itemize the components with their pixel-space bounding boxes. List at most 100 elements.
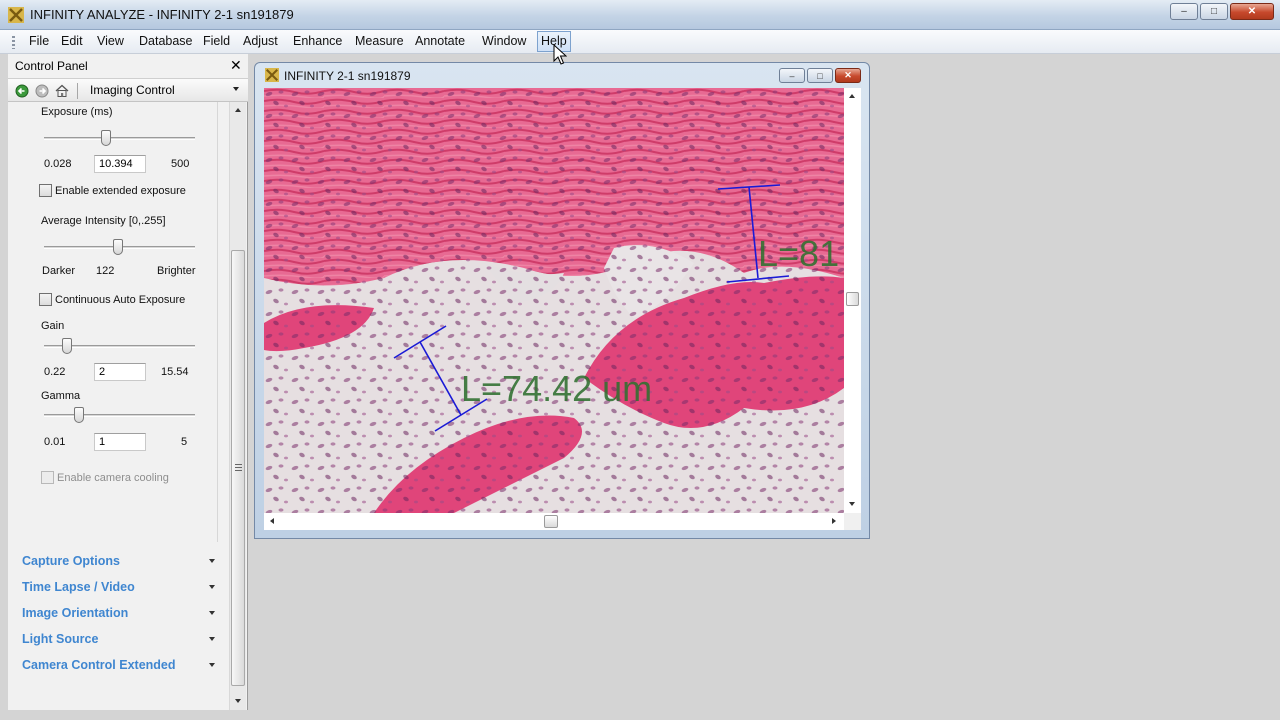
chevron-down-icon[interactable] (233, 87, 239, 91)
image-maximize-button[interactable]: □ (807, 68, 833, 83)
measurement-label: L=81 (758, 233, 839, 274)
chevron-down-icon[interactable] (209, 559, 215, 563)
scroll-left-icon[interactable] (270, 518, 274, 524)
minimize-button[interactable]: – (1170, 3, 1198, 20)
gamma-label: Gamma (41, 390, 81, 402)
section-camera-control-extended[interactable]: Camera Control Extended (22, 656, 222, 676)
chevron-down-icon[interactable] (209, 663, 215, 667)
scroll-corner (844, 513, 861, 530)
image-close-button[interactable]: ✕ (835, 68, 861, 83)
grip-line-icon (235, 470, 242, 471)
image-window: INFINITY 2-1 sn191879 – □ ✕ L=74.42 um L… (254, 62, 870, 539)
section-label: Camera Control Extended (22, 658, 176, 672)
extended-exposure-checkbox[interactable] (39, 184, 52, 197)
histology-image[interactable]: L=74.42 um L=81 (264, 88, 844, 513)
scroll-up-icon[interactable] (849, 94, 855, 98)
chevron-down-icon[interactable] (209, 611, 215, 615)
maximize-button[interactable]: □ (1200, 3, 1228, 20)
gamma-input[interactable]: 1 (94, 433, 146, 451)
menu-database[interactable]: Database (137, 34, 195, 48)
exposure-slider-track[interactable] (44, 137, 195, 140)
menu-annotate[interactable]: Annotate (413, 34, 467, 48)
control-panel-scrollbar[interactable] (229, 102, 246, 710)
image-minimize-button[interactable]: – (779, 68, 805, 83)
section-light-source[interactable]: Light Source (22, 630, 222, 650)
menubar: File Edit View Database Field Adjust Enh… (0, 30, 1280, 54)
home-icon[interactable] (55, 84, 69, 98)
menu-field[interactable]: Field (201, 34, 232, 48)
gamma-slider-thumb[interactable] (74, 407, 84, 423)
gain-min: 0.22 (44, 366, 66, 378)
auto-exposure-label: Continuous Auto Exposure (55, 294, 186, 306)
section-label: Light Source (22, 632, 99, 646)
avg-intensity-value: 122 (96, 265, 115, 277)
menu-view[interactable]: View (95, 34, 126, 48)
image-horizontal-scrollbar[interactable] (264, 513, 844, 530)
gain-input[interactable]: 2 (94, 363, 146, 381)
extended-exposure-label: Enable extended exposure (55, 185, 186, 197)
avg-intensity-label: Average Intensity [0,.255] (41, 215, 166, 227)
camera-cooling-checkbox (41, 471, 54, 484)
app-title: INFINITY ANALYZE - INFINITY 2-1 sn191879 (30, 7, 294, 22)
microscope-image-viewport[interactable]: L=74.42 um L=81 (264, 88, 844, 513)
window-controls: – □ ✕ (1170, 3, 1274, 20)
exposure-max: 500 (171, 158, 190, 170)
control-panel-toolbar: Imaging Control (8, 78, 248, 102)
section-selector[interactable]: Imaging Control (90, 83, 175, 97)
brighter-label: Brighter (157, 265, 196, 277)
scroll-down-icon[interactable] (235, 699, 241, 703)
gain-slider-thumb[interactable] (62, 338, 72, 354)
darker-label: Darker (42, 265, 76, 277)
section-label: Time Lapse / Video (22, 580, 135, 594)
menu-enhance[interactable]: Enhance (291, 34, 344, 48)
chevron-down-icon[interactable] (209, 637, 215, 641)
menu-adjust[interactable]: Adjust (241, 34, 280, 48)
gain-label: Gain (41, 320, 65, 332)
image-window-title: INFINITY 2-1 sn191879 (284, 69, 411, 83)
scroll-right-icon[interactable] (832, 518, 836, 524)
control-panel-title: Control Panel (15, 59, 88, 73)
forward-icon[interactable] (35, 84, 49, 98)
image-hscroll-thumb[interactable] (544, 515, 558, 528)
menubar-grip[interactable] (12, 36, 15, 49)
app-logo-icon (265, 68, 279, 82)
exposure-label: Exposure (ms) (41, 106, 113, 118)
toolbar-separator (77, 83, 78, 99)
exposure-input[interactable]: 10.394 (94, 155, 146, 173)
grip-line-icon (235, 467, 242, 468)
control-panel-close-icon[interactable]: ✕ (230, 57, 242, 74)
section-capture-options[interactable]: Capture Options (22, 552, 222, 572)
cell-nuclei (264, 88, 844, 513)
gain-max: 15.54 (161, 366, 189, 378)
control-panel-header: Control Panel ✕ (8, 54, 248, 78)
menu-window[interactable]: Window (480, 34, 528, 48)
control-panel-scroll-thumb[interactable] (231, 250, 245, 686)
camera-cooling-label: Enable camera cooling (57, 472, 169, 484)
gamma-max: 5 (181, 436, 188, 448)
auto-exposure-checkbox[interactable] (39, 293, 52, 306)
control-panel: Control Panel ✕ Imaging Control Exposure… (8, 54, 248, 710)
gamma-min: 0.01 (44, 436, 66, 448)
back-icon[interactable] (15, 84, 29, 98)
app-titlebar: INFINITY ANALYZE - INFINITY 2-1 sn191879… (0, 0, 1280, 30)
scroll-down-icon[interactable] (849, 502, 855, 506)
image-vertical-scrollbar[interactable] (844, 88, 861, 513)
section-image-orientation[interactable]: Image Orientation (22, 604, 222, 624)
app-logo-icon (8, 7, 24, 23)
image-vscroll-thumb[interactable] (846, 292, 859, 306)
menu-edit[interactable]: Edit (59, 34, 85, 48)
grip-line-icon (235, 464, 242, 465)
section-time-lapse-video[interactable]: Time Lapse / Video (22, 578, 222, 598)
scroll-up-icon[interactable] (235, 108, 241, 112)
exposure-slider-thumb[interactable] (101, 130, 111, 146)
gamma-slider-track[interactable] (44, 414, 195, 417)
section-label: Capture Options (22, 554, 120, 568)
avg-intensity-slider-thumb[interactable] (113, 239, 123, 255)
image-window-controls: – □ ✕ (779, 68, 861, 83)
exposure-min: 0.028 (44, 158, 72, 170)
menu-file[interactable]: File (27, 34, 51, 48)
close-button[interactable]: ✕ (1230, 3, 1274, 20)
chevron-down-icon[interactable] (209, 585, 215, 589)
menu-measure[interactable]: Measure (353, 34, 406, 48)
imaging-control-body: Exposure (ms) 0.028 10.394 500 Enable ex… (18, 102, 218, 542)
